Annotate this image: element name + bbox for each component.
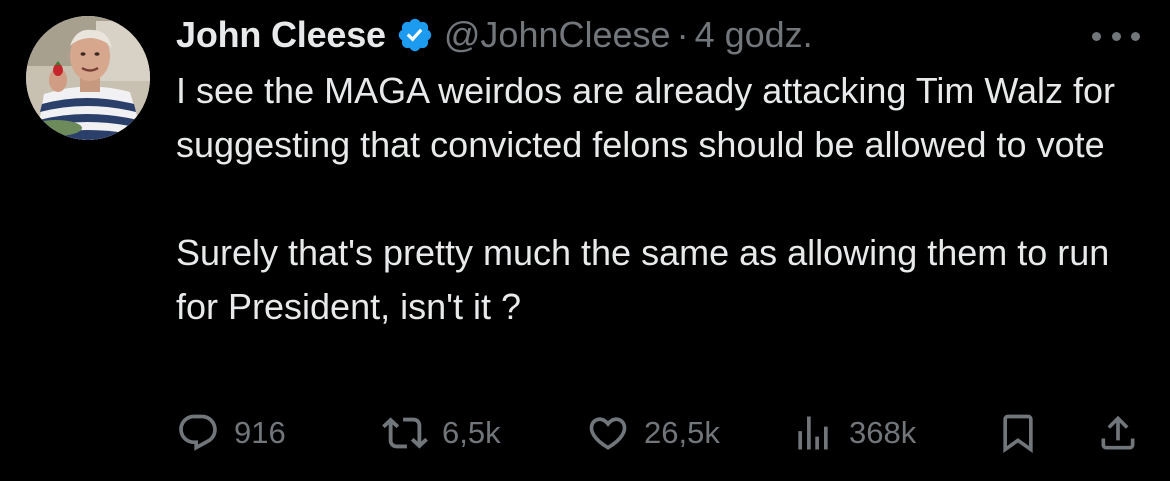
repost-icon xyxy=(382,417,428,449)
views-button[interactable]: 368k xyxy=(791,408,916,458)
tweet-paragraph: I see the MAGA weirdos are already attac… xyxy=(176,70,1116,165)
tweet-text: I see the MAGA weirdos are already attac… xyxy=(176,64,1156,334)
heart-icon xyxy=(589,417,627,450)
tweet-actions: 916 6,5k 26,5k 368k xyxy=(176,408,1140,458)
more-horizontal-icon[interactable] xyxy=(1092,22,1140,50)
bookmark-button[interactable] xyxy=(996,408,1040,458)
verified-badge-icon xyxy=(396,16,434,54)
repost-count: 6,5k xyxy=(442,415,501,450)
avatar[interactable] xyxy=(26,16,150,140)
views-chart-icon xyxy=(798,416,828,450)
more-dot xyxy=(1092,31,1101,41)
like-count: 26,5k xyxy=(644,415,720,450)
tweet-header: John Cleese @JohnCleese · 4 godz. xyxy=(176,12,813,58)
display-name[interactable]: John Cleese xyxy=(176,14,386,56)
more-dot xyxy=(1111,31,1121,41)
reply-icon xyxy=(179,414,217,451)
more-dot xyxy=(1131,31,1140,41)
author-handle[interactable]: @JohnCleese xyxy=(444,14,671,56)
avatar-photo-icon xyxy=(26,16,150,140)
repost-button[interactable]: 6,5k xyxy=(382,408,501,458)
tweet-paragraph: Surely that's pretty much the same as al… xyxy=(176,232,1110,327)
bookmark-icon xyxy=(1003,414,1033,454)
like-button[interactable]: 26,5k xyxy=(586,408,720,458)
reply-count: 916 xyxy=(234,415,286,450)
separator-dot: · xyxy=(676,14,689,55)
timestamp[interactable]: 4 godz. xyxy=(695,14,813,56)
reply-button[interactable]: 916 xyxy=(176,408,286,458)
share-icon xyxy=(1101,415,1135,450)
share-button[interactable] xyxy=(1096,408,1140,458)
tweet[interactable]: John Cleese @JohnCleese · 4 godz. I see … xyxy=(0,0,1170,481)
views-count: 368k xyxy=(849,415,917,450)
